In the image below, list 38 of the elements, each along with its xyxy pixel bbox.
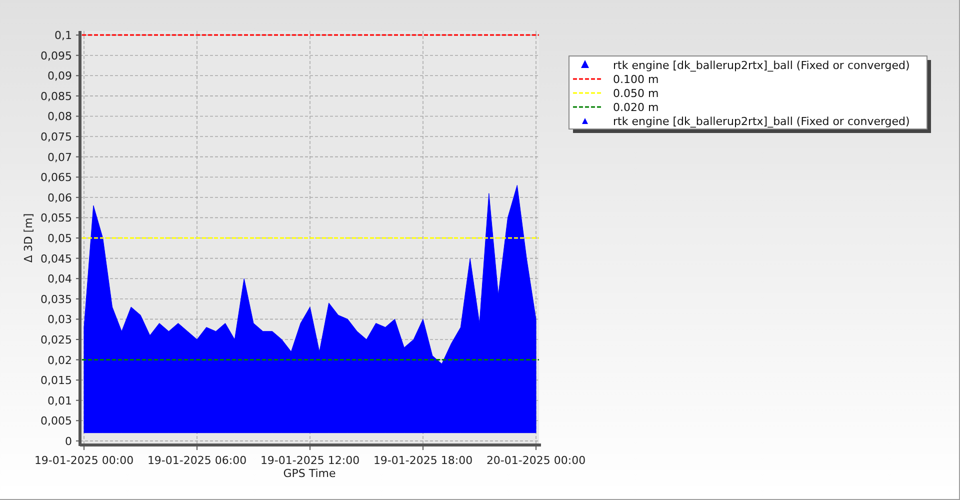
legend-label: rtk engine [dk_ballerup2rtx]_ball (Fixed or converged) [613,59,910,72]
y-tick-label: 0,065 [40,171,72,184]
y-tick-label: 0,1 [54,29,72,42]
triangle-icon [582,118,588,124]
dashed-line-icon [573,78,603,80]
y-tick-label: 0,035 [40,292,72,306]
y-tick-label: 0,03 [48,313,72,326]
y-axis-title: Δ 3D [m] [22,213,35,263]
y-tick-label: 0,06 [48,191,72,204]
y-tick-label: 0 [65,434,72,448]
legend-label: 0.100 m [613,73,659,86]
y-tick-label: 0,095 [40,49,72,62]
y-tick-label: 0,085 [40,90,72,103]
dashed-line-icon [573,106,603,108]
y-tick-label: 0,09 [48,70,72,83]
y-tick-label: 0,055 [40,212,72,225]
y-tick-label: 0,01 [48,394,72,408]
y-tick-label: 0,005 [40,414,72,428]
dashed-line-icon [573,92,603,94]
x-tick-label: 19-01-2025 00:00 [34,454,134,467]
y-tick-label: 0,05 [48,232,72,245]
y-tick-label: 0,075 [40,130,72,144]
x-tick-label: 19-01-2025 12:00 [260,454,360,467]
legend-label: rtk engine [dk_ballerup2rtx]_ball (Fixed or converged) [613,115,910,128]
y-tick-label: 0,015 [40,374,72,388]
y-tick-label: 0,045 [40,252,72,266]
triangle-icon [581,60,589,68]
y-tick-label: 0,02 [48,354,72,367]
y-tick-label: 0,08 [48,110,72,124]
y-tick-label: 0,04 [48,272,72,286]
y-tick-label: 0,07 [48,150,72,164]
y-tick-label: 0,025 [40,333,72,346]
legend-label: 0.020 m [613,101,659,114]
x-tick-label: 19-01-2025 18:00 [373,454,473,467]
x-tick-label: 19-01-2025 06:00 [147,454,247,467]
legend-label: 0.050 m [613,87,659,100]
x-axis-title: GPS Time [283,467,336,480]
x-tick-label: 20-01-2025 00:00 [486,454,586,467]
